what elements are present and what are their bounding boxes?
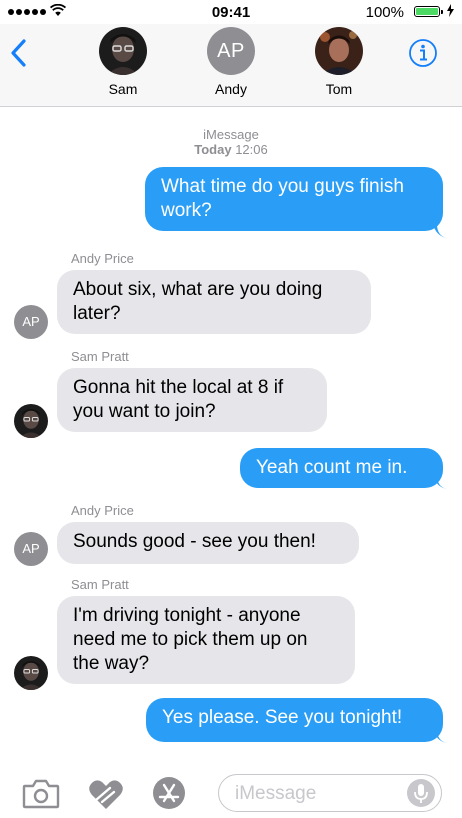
avatar bbox=[99, 27, 147, 75]
outgoing-message[interactable]: What time do you guys finish work? bbox=[145, 167, 443, 231]
outgoing-message[interactable]: Yes please. See you tonight! bbox=[146, 698, 443, 742]
battery-icon bbox=[414, 6, 443, 17]
microphone-button[interactable] bbox=[407, 779, 435, 807]
status-bar: 09:41 100% bbox=[0, 0, 462, 24]
avatar bbox=[315, 27, 363, 75]
contact-name: Andy bbox=[215, 81, 247, 97]
digital-touch-icon[interactable] bbox=[88, 778, 124, 810]
contact-andy[interactable]: AP Andy bbox=[196, 27, 266, 97]
contact-name: Tom bbox=[325, 81, 353, 97]
bubble-tail bbox=[433, 729, 447, 743]
thread-timestamp: Today 12:06 bbox=[0, 142, 462, 157]
info-icon[interactable] bbox=[408, 38, 438, 68]
message-input[interactable]: iMessage bbox=[218, 774, 442, 812]
service-label: iMessage bbox=[203, 127, 259, 142]
sender-name: Andy Price bbox=[71, 503, 134, 518]
microphone-icon bbox=[414, 784, 428, 803]
bubble-tail bbox=[433, 475, 447, 489]
contact-name: Sam bbox=[108, 81, 138, 97]
sender-avatar[interactable]: AP bbox=[14, 532, 48, 566]
thread-meta: iMessage Today 12:06 bbox=[0, 127, 462, 157]
incoming-message[interactable]: About six, what are you doing later? bbox=[57, 270, 371, 334]
outgoing-message[interactable]: Yeah count me in. bbox=[240, 448, 443, 488]
incoming-message[interactable]: Sounds good - see you then! bbox=[57, 522, 359, 564]
sender-avatar[interactable] bbox=[14, 656, 48, 690]
bubble-tail bbox=[433, 224, 447, 238]
sender-name: Andy Price bbox=[71, 251, 134, 266]
input-placeholder: iMessage bbox=[235, 783, 317, 804]
thread-day: Today bbox=[194, 142, 232, 157]
message-composer: iMessage bbox=[0, 762, 462, 818]
conversation-header: Sam AP Andy Tom bbox=[0, 24, 462, 107]
avatar: AP bbox=[207, 27, 255, 75]
charging-bolt-icon bbox=[447, 4, 454, 17]
contact-tom[interactable]: Tom bbox=[304, 27, 374, 97]
app-store-icon[interactable] bbox=[152, 776, 186, 810]
back-chevron-icon[interactable] bbox=[10, 39, 26, 67]
incoming-message[interactable]: Gonna hit the local at 8 if you want to … bbox=[57, 368, 327, 432]
battery-percentage: 100% bbox=[365, 4, 404, 21]
incoming-message[interactable]: I'm driving tonight - anyone need me to … bbox=[57, 596, 355, 684]
sender-name: Sam Pratt bbox=[71, 577, 129, 592]
contact-sam[interactable]: Sam bbox=[88, 27, 158, 97]
sender-name: Sam Pratt bbox=[71, 349, 129, 364]
thread-time: 12:06 bbox=[235, 142, 268, 157]
camera-icon[interactable] bbox=[22, 779, 60, 809]
sender-avatar[interactable]: AP bbox=[14, 305, 48, 339]
sender-avatar[interactable] bbox=[14, 404, 48, 438]
